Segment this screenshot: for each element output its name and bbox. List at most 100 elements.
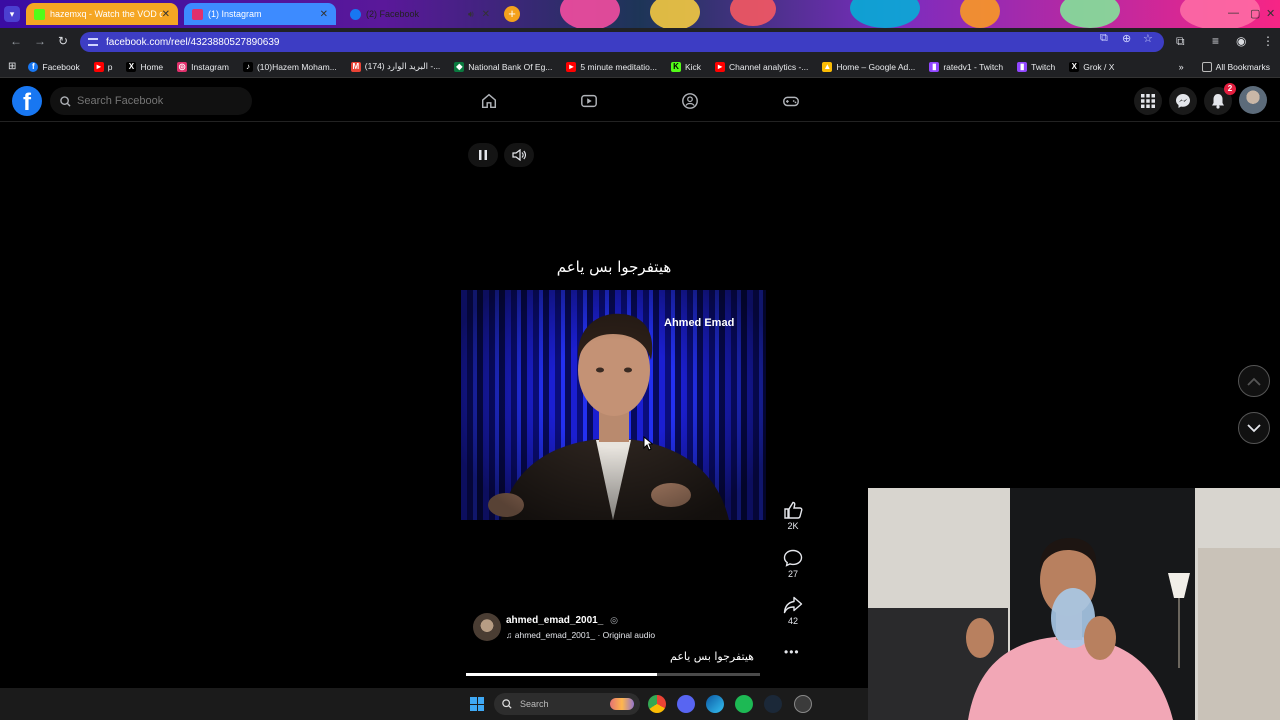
youtube-icon: ▸: [715, 61, 726, 72]
bookmark-item[interactable]: ◆ National Bank Of Eg...: [454, 61, 552, 72]
reel-caption-overlay: هيتفرجوا بس ياعم: [556, 258, 672, 276]
close-icon[interactable]: ✕: [320, 9, 328, 20]
chrome-icon[interactable]: [648, 695, 666, 713]
avatar[interactable]: [1239, 86, 1267, 114]
zoom-icon[interactable]: ⊕: [1122, 32, 1131, 45]
bookmark-label: Home – Google Ad...: [836, 61, 916, 72]
previous-reel-button[interactable]: [1238, 365, 1270, 397]
chevron-up-icon: [1247, 377, 1261, 386]
volume-button[interactable]: [504, 143, 534, 167]
bookmark-item[interactable]: M (174) البريد الوارد -...: [350, 61, 441, 72]
bookmark-item[interactable]: f Facebook: [28, 61, 80, 72]
webcam-scene: [868, 488, 1280, 720]
bookmark-item[interactable]: ♪ (10)Hazem Moham...: [242, 61, 337, 72]
bookmark-item[interactable]: X Home: [126, 61, 163, 72]
spotify-icon[interactable]: [735, 695, 753, 713]
bookmark-label: Grok / X: [1083, 61, 1115, 72]
back-icon[interactable]: ←: [10, 34, 22, 48]
author-name[interactable]: ahmed_emad_2001_: [506, 615, 603, 626]
extensions-icon[interactable]: ⧉: [1176, 34, 1185, 49]
audio-row[interactable]: ♫ ahmed_emad_2001_ · Original audio: [506, 630, 655, 640]
bookmark-item[interactable]: ▸ p: [93, 61, 113, 72]
bookmark-item[interactable]: K Kick: [670, 61, 701, 72]
address-bar[interactable]: facebook.com/reel/4323880527890639: [80, 32, 1164, 52]
profile-icon[interactable]: ◉: [1236, 34, 1246, 48]
tab-facebook[interactable]: (2) Facebook 🔊︎ ✕: [342, 3, 498, 25]
app-icon[interactable]: [794, 695, 812, 713]
pause-button[interactable]: [468, 143, 498, 167]
author-avatar[interactable]: [473, 613, 501, 641]
groups-icon[interactable]: [681, 92, 699, 110]
gaming-icon[interactable]: [782, 92, 800, 110]
bookmark-label: p: [107, 61, 113, 72]
more-bookmarks-icon[interactable]: »: [1179, 62, 1184, 72]
bookmark-item[interactable]: ▮ Twitch: [1017, 61, 1056, 72]
new-tab-button[interactable]: +: [504, 6, 520, 22]
bookmark-label: Instagram: [191, 61, 229, 72]
bell-icon: [1212, 94, 1224, 109]
pause-icon: [479, 150, 487, 160]
tab-search-button[interactable]: ▾: [4, 6, 20, 22]
all-bookmarks-folder[interactable]: All Bookmarks: [1201, 61, 1270, 72]
media-controls-icon[interactable]: ≡: [1212, 34, 1219, 48]
more-options-icon[interactable]: •••: [784, 645, 800, 659]
menu-grid-icon: [1141, 94, 1155, 108]
youtube-icon: ▸: [93, 61, 104, 72]
home-icon[interactable]: [480, 92, 498, 110]
install-app-icon[interactable]: ⧉: [1100, 32, 1108, 45]
forward-icon[interactable]: →: [34, 34, 46, 48]
close-icon[interactable]: ✕: [162, 9, 170, 20]
video-progress-bar[interactable]: [466, 673, 760, 676]
progress-fill: [466, 673, 658, 676]
bookmark-item[interactable]: ▮ ratedv1 - Twitch: [929, 61, 1004, 72]
bookmark-item[interactable]: ▲ Home – Google Ad...: [822, 61, 916, 72]
like-button[interactable]: 2K: [780, 501, 806, 531]
chevron-down-icon: [1247, 423, 1261, 432]
next-reel-button[interactable]: [1238, 412, 1270, 444]
facebook-logo[interactable]: f: [12, 86, 42, 116]
menu-grid-button[interactable]: [1134, 87, 1162, 115]
bookmark-item[interactable]: ▸ Channel analytics -...: [715, 61, 808, 72]
maximize-icon[interactable]: ▢: [1250, 7, 1260, 20]
comment-icon: [783, 549, 803, 567]
bookmark-label: ratedv1 - Twitch: [943, 61, 1004, 72]
apps-grid-icon[interactable]: ⊞: [8, 61, 16, 72]
search-input[interactable]: [77, 95, 237, 107]
notification-badge: 2: [1224, 83, 1236, 95]
music-note-icon: ♫: [506, 630, 513, 640]
reload-icon[interactable]: ↻: [58, 34, 68, 48]
bookmark-item[interactable]: ◎ Instagram: [177, 61, 229, 72]
edge-icon[interactable]: [706, 695, 724, 713]
facebook-search[interactable]: [50, 87, 252, 115]
steam-icon[interactable]: [764, 695, 782, 713]
bank-icon: ◆: [454, 61, 465, 72]
close-window-icon[interactable]: ✕: [1266, 7, 1275, 20]
bookmark-label: Twitch: [1031, 61, 1056, 72]
bookmark-item[interactable]: X Grok / X: [1069, 61, 1115, 72]
audio-playing-icon[interactable]: 🔊︎: [468, 9, 474, 20]
kick-icon: [34, 8, 45, 20]
browser-tab-strip: ▾ hazemxq - Watch the VOD on ✕ (1) Insta…: [0, 0, 1280, 28]
like-count: 2K: [787, 521, 799, 531]
bookmark-star-icon[interactable]: ☆: [1143, 32, 1153, 45]
tab-kick[interactable]: hazemxq - Watch the VOD on ✕: [26, 3, 178, 25]
menu-icon[interactable]: ⋮: [1262, 34, 1274, 48]
windows-taskbar: Search: [0, 688, 868, 720]
messenger-button[interactable]: [1169, 87, 1197, 115]
comment-count: 27: [787, 569, 798, 579]
bookmark-item[interactable]: ▸ 5 minute meditatio...: [566, 61, 657, 72]
minimize-icon[interactable]: —: [1228, 7, 1239, 19]
site-info-icon[interactable]: [88, 38, 98, 46]
windows-start-icon[interactable]: [470, 697, 484, 711]
facebook-icon: [350, 8, 361, 20]
share-button[interactable]: 42: [780, 596, 806, 626]
discord-icon[interactable]: [677, 695, 695, 713]
comment-button[interactable]: 27: [780, 549, 806, 579]
taskbar-search[interactable]: Search: [494, 693, 640, 715]
close-icon[interactable]: ✕: [482, 9, 490, 20]
kick-icon: K: [670, 61, 681, 72]
tab-instagram[interactable]: (1) Instagram ✕: [184, 3, 336, 25]
tab-label: hazemxq - Watch the VOD on: [50, 9, 162, 19]
bookmark-label: (174) البريد الوارد -...: [364, 61, 441, 71]
video-icon[interactable]: [580, 92, 598, 110]
